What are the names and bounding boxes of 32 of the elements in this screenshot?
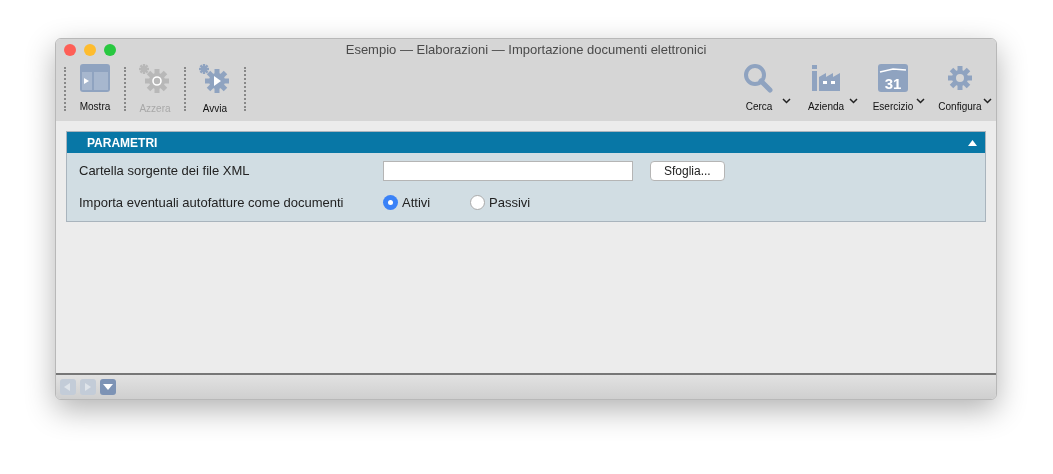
minimize-button[interactable] [84,44,96,56]
chevron-down-icon [782,98,791,104]
toolbar-button[interactable]: Mostra [66,61,124,117]
gear-play-icon [198,63,232,95]
field-label: Cartella sorgente dei file XML [79,162,251,181]
radio-button[interactable] [470,195,485,211]
layout-icon [79,63,111,93]
radio-button[interactable] [383,195,398,211]
toolbar-button[interactable]: Cerca [730,61,791,114]
window-title: Esempio — Elaborazioni — Importazione documenti elettronici [344,41,708,60]
calendar-icon: 31 [877,63,909,93]
browse-button[interactable]: Sfoglia... [650,161,725,181]
panel-header[interactable]: PARAMETRI [67,132,985,153]
field-label: Importa eventuali autofatture come documenti [79,194,345,212]
zoom-button[interactable] [104,44,116,56]
down-button[interactable] [100,379,116,395]
close-button[interactable] [64,44,76,56]
factory-icon [810,63,842,93]
toolbar-button[interactable]: 31 Esercizio [864,61,925,114]
chevron-down-icon [849,98,858,104]
radio-option[interactable]: Attivi [383,193,470,213]
radio-option[interactable]: Passivi [470,193,557,213]
toolbar-button[interactable]: Azienda [797,61,858,114]
gear-reset-icon [138,63,172,95]
collapse-icon [968,139,977,146]
chevron-down-icon [916,98,925,104]
panel-title: PARAMETRI [87,134,158,152]
chevron-down-icon [983,98,992,104]
folder-input-field[interactable] [383,161,633,181]
search-icon [743,63,775,93]
toolbar-button[interactable]: Avvia [186,61,244,117]
toolbar-button[interactable]: Configura [931,61,992,114]
